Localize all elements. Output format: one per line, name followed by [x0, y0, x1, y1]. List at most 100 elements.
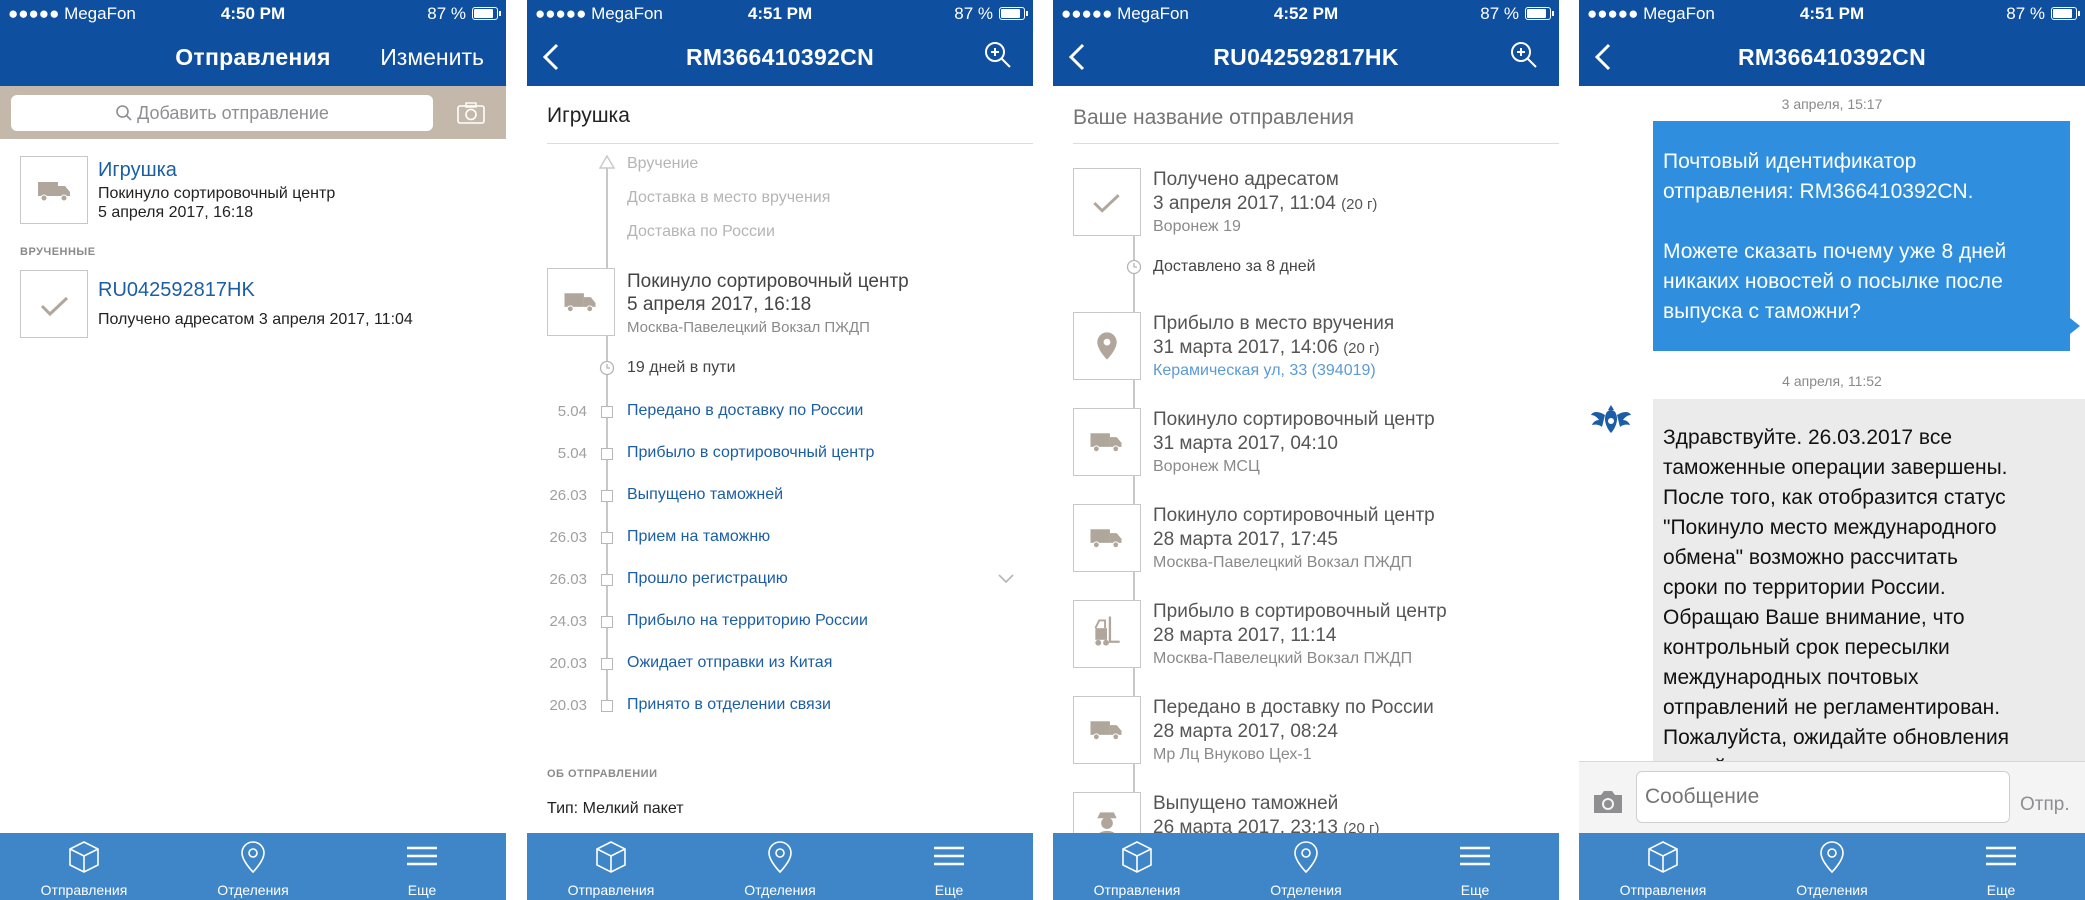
- list-item[interactable]: RU042592817HK Получено адресатом 3 апрел…: [0, 270, 506, 350]
- tab-offices[interactable]: Отделения: [1748, 833, 1916, 900]
- check-icon: [1093, 194, 1120, 213]
- message-line: "Покинуло место международного: [1663, 516, 1997, 539]
- russian-post-eagle-icon: [1591, 405, 1631, 433]
- history-row[interactable]: 5.04 Прибыло в сортировочный центр: [527, 442, 1033, 472]
- search-row: Добавить отправление: [0, 86, 506, 139]
- message-line: отправлений не регламентирован.: [1663, 696, 2001, 719]
- event-date-text: 28 марта 2017, 11:14: [1153, 625, 1337, 646]
- location-pin-icon: [768, 841, 792, 874]
- shipment-name-input[interactable]: [1073, 102, 1533, 134]
- history-row[interactable]: 26.03 Прошло регистрацию: [527, 568, 1033, 598]
- history-row[interactable]: 24.03 Прибыло на территорию России: [527, 610, 1033, 640]
- tab-offices[interactable]: Отделения: [696, 833, 864, 900]
- history-row[interactable]: 20.03 Ожидает отправки из Китая: [527, 652, 1033, 682]
- tab-more[interactable]: Еще: [1391, 833, 1559, 900]
- message-input[interactable]: [1636, 771, 2010, 823]
- history-marker: [601, 490, 613, 502]
- history-marker: [601, 658, 613, 670]
- search-placeholder: Добавить отправление: [137, 103, 329, 123]
- triangle-icon: [599, 155, 615, 169]
- tab-offices[interactable]: Отделения: [1222, 833, 1390, 900]
- screen-shipments-list: ●●●●● MegaFon 4:50 PM 87 % Отправления И…: [0, 0, 506, 900]
- chat-timestamp: 4 апреля, 11:52: [1782, 373, 1882, 389]
- event-weight: (20 г): [1343, 340, 1380, 357]
- zoom-in-icon[interactable]: [1509, 40, 1539, 72]
- tab-bar: Отправления Отделения Еще: [1053, 833, 1559, 900]
- truck-icon: [1090, 529, 1122, 549]
- event-thumbnail: [1073, 168, 1141, 236]
- event-place: Москва-Павелецкий Вокзал ПЖДП: [1153, 650, 1413, 667]
- tab-label: Еще: [407, 882, 437, 898]
- tab-shipments[interactable]: Отправления: [0, 833, 168, 900]
- event-date-text: 3 апреля 2017, 11:04: [1153, 193, 1336, 214]
- shipment-thumbnail: [20, 270, 88, 338]
- add-shipment-input[interactable]: Добавить отправление: [11, 95, 433, 131]
- tab-more[interactable]: Еще: [1917, 833, 2085, 900]
- history-row[interactable]: 5.04 Передано в доставку по России: [527, 400, 1033, 430]
- history-marker: [601, 616, 613, 628]
- shipment-type: Тип: Мелкий пакет: [547, 800, 684, 817]
- tab-shipments[interactable]: Отправления: [527, 833, 695, 900]
- tab-bar: Отправления Отделения Еще: [527, 833, 1033, 900]
- event-weight: (20 г): [1341, 196, 1378, 213]
- history-marker: [601, 448, 613, 460]
- bubble-tail: [2070, 318, 2080, 334]
- tab-label: Отправления: [567, 882, 655, 898]
- event-place: Москва-Павелецкий Вокзал ПЖДП: [1153, 554, 1413, 571]
- incoming-message: Здравствуйте. 26.03.2017 все таможенные …: [1653, 399, 2085, 761]
- battery-icon: [472, 7, 501, 20]
- battery-icon: [999, 7, 1028, 20]
- event-title: Получено адресатом: [1153, 169, 1339, 190]
- event-date: 3 апреля 2017, 11:04 (20 г): [1153, 193, 1377, 215]
- truck-icon: [564, 293, 596, 313]
- camera-icon[interactable]: [1591, 789, 1625, 815]
- message-line: таможенные операции завершены.: [1663, 456, 2008, 479]
- send-button[interactable]: Отпр.: [2020, 794, 2070, 816]
- tab-offices[interactable]: Отделения: [169, 833, 337, 900]
- tab-label: Отделения: [217, 882, 289, 898]
- screen-support-chat: ●●●●● MegaFon 4:51 PM 87 % RM366410392CN…: [1579, 0, 2085, 900]
- chevron-down-icon[interactable]: [997, 573, 1015, 585]
- shipment-name[interactable]: Игрушка: [547, 104, 630, 128]
- tab-more[interactable]: Еще: [338, 833, 506, 900]
- tab-more[interactable]: Еще: [865, 833, 1033, 900]
- event-address-link[interactable]: Керамическая ул, 33 (394019): [1153, 362, 1376, 380]
- event-thumbnail: [1073, 312, 1141, 380]
- event-title: Прибыло в место вручения: [1153, 313, 1395, 334]
- event-title: Покинуло сортировочный центр: [1153, 409, 1435, 430]
- screen-shipment-detail: ●●●●● MegaFon 4:51 PM 87 % RM366410392CN…: [527, 0, 1033, 900]
- tab-shipments[interactable]: Отправления: [1579, 833, 1747, 900]
- event-thumbnail: [1073, 696, 1141, 764]
- message-line: никаких новостей о посылке после: [1663, 270, 2003, 293]
- history-row[interactable]: 26.03 Выпущено таможней: [527, 484, 1033, 514]
- history-row[interactable]: 26.03 Прием на таможню: [527, 526, 1033, 556]
- message-line: Можете сказать почему уже 8 дней: [1663, 240, 2007, 263]
- screen-delivered-detail: ●●●●● MegaFon 4:52 PM 87 % RU042592817HK…: [1053, 0, 1559, 900]
- edit-button[interactable]: Изменить: [380, 44, 484, 71]
- nav-bar: RM366410392CN: [1579, 28, 2085, 86]
- nav-bar: RU042592817HK: [1053, 28, 1559, 86]
- compose-bar: Отпр.: [1579, 761, 2085, 833]
- battery-icon: [1525, 7, 1554, 20]
- current-status-title: Покинуло сортировочный центр: [627, 271, 909, 292]
- event-place: Мр Лц Внуково Цех-1: [1153, 746, 1312, 763]
- history-marker: [601, 406, 613, 418]
- shipment-status: Получено адресатом 3 апреля 2017, 11:04: [98, 311, 413, 328]
- tab-shipments[interactable]: Отправления: [1053, 833, 1221, 900]
- truck-icon: [1090, 721, 1122, 741]
- menu-icon: [1986, 846, 2016, 866]
- battery-percent: 87 %: [2006, 4, 2045, 23]
- list-item[interactable]: Игрушка Покинуло сортировочный центр 5 а…: [0, 145, 506, 235]
- delivered-in: Доставлено за 8 дней: [1153, 258, 1316, 275]
- battery-percent: 87 %: [954, 4, 993, 23]
- status-bar: ●●●●● MegaFon 4:51 PM 87 %: [527, 0, 1033, 28]
- divider: [1073, 143, 1559, 144]
- history-date: 20.03: [549, 655, 587, 672]
- message-line: на сайте.: [1663, 753, 2075, 761]
- camera-icon[interactable]: [457, 102, 485, 124]
- tab-label: Отделения: [744, 882, 816, 898]
- history-row[interactable]: 20.03 Принято в отделении связи: [527, 694, 1033, 724]
- zoom-in-icon[interactable]: [983, 40, 1013, 72]
- message-line: выпуска с таможни?: [1663, 300, 1861, 323]
- current-status-date: 5 апреля 2017, 16:18: [627, 294, 812, 315]
